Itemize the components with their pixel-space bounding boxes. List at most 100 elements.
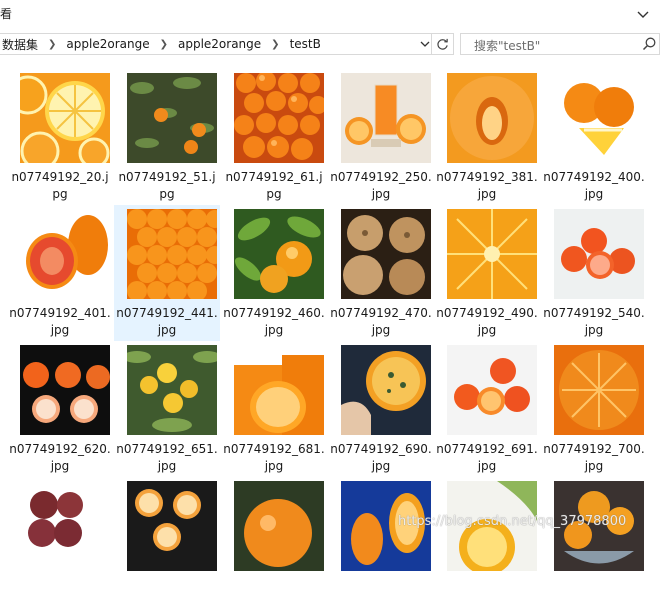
- breadcrumb-separator-icon[interactable]: ❯: [152, 39, 176, 50]
- file-item[interactable]: n07749192_681. jpg: [221, 345, 327, 477]
- file-name-line-2: pg: [266, 187, 282, 201]
- file-name-line-2: jpg: [157, 459, 177, 473]
- file-name-line-2: jpg: [371, 187, 391, 201]
- file-name-line-1: n07749192_51.j: [118, 170, 216, 184]
- file-name-line-2: jpg: [371, 459, 391, 473]
- search-placeholder[interactable]: 搜索"testB": [474, 37, 540, 54]
- file-item[interactable]: [328, 481, 434, 613]
- file-name-line-2: jpg: [584, 187, 604, 201]
- watermark: https://blog.csdn.net/qq_37978800: [398, 514, 627, 529]
- search-box[interactable]: 搜索"testB": [460, 33, 660, 55]
- file-name-line-1: n07749192_460.: [223, 306, 325, 320]
- address-history-chevron-icon[interactable]: [418, 33, 432, 55]
- file-name: n07749192_681. jpg: [221, 441, 327, 475]
- expand-ribbon-chevron-icon[interactable]: [634, 6, 652, 24]
- file-item[interactable]: n07749192_400.jpg: [541, 73, 647, 205]
- orange-trio-icon: [447, 345, 537, 435]
- file-item[interactable]: n07749192_620.jpg: [7, 345, 113, 477]
- file-name: n07749192_651. jpg: [114, 441, 220, 475]
- file-item[interactable]: [434, 481, 540, 613]
- file-item[interactable]: n07749192_651. jpg: [114, 345, 220, 477]
- orange-juice-icon: [341, 73, 431, 163]
- window-title: 看: [0, 7, 13, 21]
- orange-slices-icon: [20, 73, 110, 163]
- file-item[interactable]: n07749192_250.jpg: [328, 73, 434, 205]
- file-name-line-1: n07749192_441.: [116, 306, 218, 320]
- file-item[interactable]: n07749192_460. jpg: [221, 209, 327, 341]
- file-name-line-1: n07749192_250.: [330, 170, 432, 184]
- file-name-line-2: jpg: [50, 323, 70, 337]
- file-item[interactable]: n07749192_700.jpg: [541, 345, 647, 477]
- orange-pile-icon: [234, 73, 324, 163]
- file-item[interactable]: [221, 481, 327, 613]
- file-item[interactable]: n07749192_20.jpg: [7, 73, 113, 205]
- lemon-tree-icon: [127, 345, 217, 435]
- orange-tree-icon: [127, 73, 217, 163]
- file-name: n07749192_401. jpg: [7, 305, 113, 339]
- file-name-line-1: n07749192_470.: [330, 306, 432, 320]
- file-name-line-1: n07749192_700.: [543, 442, 645, 456]
- file-name-line-1: n07749192_490.: [436, 306, 538, 320]
- file-name: n07749192_61.jpg: [221, 169, 327, 203]
- address-bar[interactable]: 数据集 ❯ apple2orange ❯ apple2orange ❯ test…: [0, 33, 432, 55]
- file-item[interactable]: n07749192_490.jpg: [434, 209, 540, 341]
- file-name: n07749192_700.jpg: [541, 441, 647, 475]
- file-name-line-1: n07749192_620.: [9, 442, 111, 456]
- orange-cut-icon: [127, 481, 217, 571]
- file-name-line-1: n07749192_61.j: [225, 170, 323, 184]
- breadcrumb-item-testb[interactable]: testB: [288, 37, 323, 51]
- file-name-line-1: n07749192_681.: [223, 442, 325, 456]
- file-item[interactable]: [541, 481, 647, 613]
- file-item[interactable]: n07749192_61.jpg: [221, 73, 327, 205]
- file-name-line-1: n07749192_400.: [543, 170, 645, 184]
- file-name-line-1: n07749192_691.: [436, 442, 538, 456]
- orange-halves-icon: [234, 345, 324, 435]
- file-name-line-2: jpg: [477, 323, 497, 337]
- orange-flesh-icon: [447, 209, 537, 299]
- file-name: n07749192_381. jpg: [434, 169, 540, 203]
- orange-leaves-icon: [234, 209, 324, 299]
- file-name-line-1: n07749192_20.j: [11, 170, 109, 184]
- file-name: n07749192_441.jpg: [114, 305, 220, 339]
- refresh-icon: [437, 38, 448, 50]
- orange-peel-icon: [447, 73, 537, 163]
- title-bar: 看: [0, 0, 660, 30]
- file-name-line-2: jpg: [584, 459, 604, 473]
- breadcrumb-item-apple2orange-inner[interactable]: apple2orange: [176, 37, 263, 51]
- file-name: n07749192_490.jpg: [434, 305, 540, 339]
- file-name: n07749192_691.jpg: [434, 441, 540, 475]
- file-name: n07749192_460. jpg: [221, 305, 327, 339]
- file-name-line-2: pg: [159, 187, 175, 201]
- file-item[interactable]: n07749192_691.jpg: [434, 345, 540, 477]
- single-orange-icon: [234, 481, 324, 571]
- file-item[interactable]: [114, 481, 220, 613]
- file-name-line-2: pg: [52, 187, 68, 201]
- file-item[interactable]: n07749192_51.jpg: [114, 73, 220, 205]
- orange-dark-icon: [20, 345, 110, 435]
- file-name-line-2: jpg: [50, 459, 70, 473]
- file-name-line-2: jpg: [371, 323, 391, 337]
- file-item[interactable]: n07749192_401. jpg: [7, 209, 113, 341]
- file-name-line-2: jpg: [477, 459, 497, 473]
- file-item[interactable]: n07749192_690. jpg: [328, 345, 434, 477]
- file-item[interactable]: n07749192_441.jpg: [114, 205, 220, 341]
- file-name: n07749192_250.jpg: [328, 169, 434, 203]
- orange-heap-icon: [127, 209, 217, 299]
- blood-orange-icon: [20, 209, 110, 299]
- file-item[interactable]: [7, 481, 113, 613]
- search-icon[interactable]: [641, 36, 657, 52]
- file-item[interactable]: n07749192_470.jpg: [328, 209, 434, 341]
- file-name: n07749192_470.jpg: [328, 305, 434, 339]
- file-item[interactable]: n07749192_381. jpg: [434, 73, 540, 205]
- file-name-line-1: n07749192_540.: [543, 306, 645, 320]
- breadcrumb-item-apple2orange[interactable]: apple2orange: [64, 37, 151, 51]
- orange-hand-icon: [341, 345, 431, 435]
- file-name-line-2: jpg: [157, 323, 177, 337]
- file-name-line-2: jpg: [584, 323, 604, 337]
- breadcrumb-separator-icon[interactable]: ❯: [40, 39, 64, 50]
- file-item[interactable]: n07749192_540.jpg: [541, 209, 647, 341]
- breadcrumb-item-dataset[interactable]: 数据集: [0, 36, 40, 53]
- file-name: n07749192_540.jpg: [541, 305, 647, 339]
- breadcrumb-separator-icon[interactable]: ❯: [263, 39, 287, 50]
- refresh-button[interactable]: [432, 33, 454, 55]
